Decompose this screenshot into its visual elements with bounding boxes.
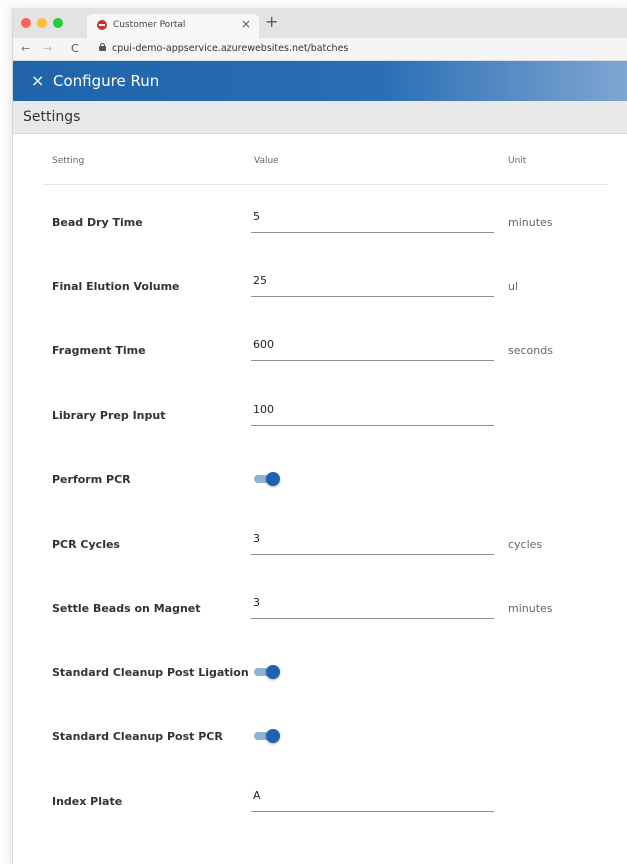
index-plate-input[interactable]	[253, 789, 483, 802]
value-field[interactable]	[251, 781, 494, 812]
site-favicon-icon	[97, 20, 107, 30]
settings-section-header: Settings	[13, 101, 627, 134]
unit-label: seconds	[508, 344, 553, 357]
value-field[interactable]	[251, 266, 494, 297]
address-bar: ← → C cpui-demo-appservice.azurewebsites…	[13, 38, 627, 61]
table-row: Standard Cleanup Post PCR	[13, 716, 627, 780]
pcr-cycles-input[interactable]	[253, 532, 483, 545]
table-row: Final Elution Volume ul	[13, 266, 627, 330]
app-header: × Configure Run	[13, 61, 627, 101]
setting-label: Final Elution Volume	[52, 280, 180, 293]
setting-label: Standard Cleanup Post PCR	[52, 730, 223, 743]
settings-table: Setting Value Unit Bead Dry Time minutes…	[13, 134, 627, 864]
close-window-button[interactable]	[21, 18, 31, 28]
unit-label: minutes	[508, 216, 553, 229]
table-row: PCR Cycles cycles	[13, 524, 627, 588]
table-row: Index Plate	[13, 781, 627, 845]
maximize-window-button[interactable]	[53, 18, 63, 28]
settle-beads-on-magnet-input[interactable]	[253, 596, 483, 609]
fragment-time-input[interactable]	[253, 338, 483, 351]
new-tab-button[interactable]: +	[265, 12, 278, 31]
column-header-value: Value	[254, 156, 279, 166]
setting-label: Index Plate	[52, 795, 123, 808]
close-icon[interactable]: ×	[31, 71, 44, 90]
standard-cleanup-post-pcr-toggle[interactable]	[254, 728, 280, 744]
value-field[interactable]	[251, 202, 494, 233]
column-header-unit: Unit	[508, 156, 527, 166]
library-prep-input-input[interactable]	[253, 403, 483, 416]
back-arrow-icon[interactable]: ←	[21, 42, 30, 55]
value-field[interactable]	[251, 330, 494, 361]
bead-dry-time-input[interactable]	[253, 210, 483, 223]
header-divider	[43, 184, 608, 185]
final-elution-volume-input[interactable]	[253, 274, 483, 287]
standard-cleanup-post-ligation-toggle[interactable]	[254, 664, 280, 680]
section-title: Settings	[23, 109, 81, 125]
browser-tab[interactable]: Customer Portal ×	[87, 14, 259, 38]
minimize-window-button[interactable]	[37, 18, 47, 28]
value-field[interactable]	[251, 524, 494, 555]
setting-label: Standard Cleanup Post Ligation	[52, 666, 249, 679]
setting-label: Perform PCR	[52, 473, 131, 486]
setting-label: Library Prep Input	[52, 409, 166, 422]
setting-label: Fragment Time	[52, 344, 146, 357]
reload-icon[interactable]: C	[71, 42, 79, 55]
unit-label: minutes	[508, 602, 553, 615]
page-title: Configure Run	[53, 72, 160, 90]
setting-label: Bead Dry Time	[52, 216, 143, 229]
tab-close-icon[interactable]: ×	[241, 17, 251, 31]
lock-icon	[99, 43, 106, 51]
perform-pcr-toggle[interactable]	[254, 471, 280, 487]
table-row: Perform PCR	[13, 459, 627, 523]
table-row: Library Prep Input	[13, 395, 627, 459]
setting-label: Settle Beads on Magnet	[52, 602, 201, 615]
unit-label: ul	[508, 280, 519, 293]
unit-label: cycles	[508, 538, 543, 551]
column-header-setting: Setting	[52, 156, 85, 166]
table-row: Fragment Time seconds	[13, 330, 627, 394]
table-row: Standard Cleanup Post Ligation	[13, 652, 627, 716]
forward-arrow-icon[interactable]: →	[43, 42, 52, 55]
table-row: Settle Beads on Magnet minutes	[13, 588, 627, 652]
browser-window: Customer Portal × + ← → C cpui-demo-apps…	[12, 8, 627, 864]
window-controls	[21, 18, 63, 28]
value-field[interactable]	[251, 588, 494, 619]
url-field[interactable]: cpui-demo-appservice.azurewebsites.net/b…	[112, 43, 348, 54]
value-field[interactable]	[251, 395, 494, 426]
browser-tab-bar: Customer Portal × +	[13, 8, 627, 38]
tab-title: Customer Portal	[113, 20, 186, 30]
table-row: Bead Dry Time minutes	[13, 202, 627, 266]
setting-label: PCR Cycles	[52, 538, 120, 551]
